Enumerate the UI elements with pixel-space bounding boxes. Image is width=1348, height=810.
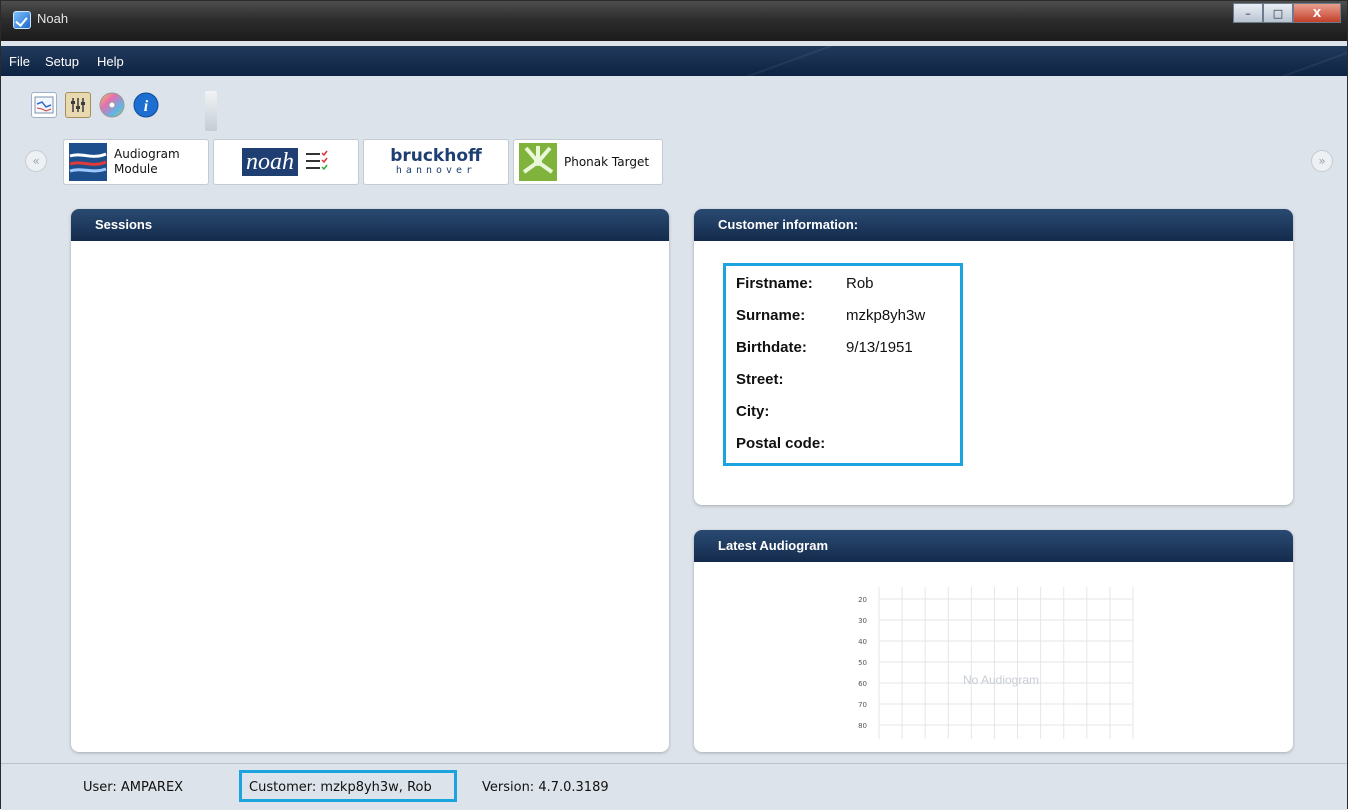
svg-text:i: i: [144, 98, 149, 115]
audiogram-chart: No Audiogram 20 30 40 50 60 70 80: [858, 587, 1134, 739]
bruckhoff-subtitle: hannover: [395, 165, 477, 176]
customer-info-title: Customer information:: [694, 209, 1293, 241]
module-audiogram-label2: Module: [114, 162, 158, 176]
street-row: Street:: [736, 371, 846, 388]
menu-setup[interactable]: Setup: [45, 54, 79, 69]
no-audiogram-text: No Audiogram: [963, 673, 1039, 687]
status-user: User: AMPAREX: [83, 780, 184, 795]
city-row: City:: [736, 403, 846, 420]
menu-file[interactable]: File: [9, 54, 30, 69]
module-bruckhoff[interactable]: bruckhoff hannover: [363, 139, 509, 185]
menu-bar: File Setup Help: [1, 46, 1347, 76]
y-tick-label: 60: [858, 680, 867, 688]
module-noah[interactable]: noah: [213, 139, 359, 185]
close-button[interactable]: X: [1293, 3, 1341, 23]
firstname-label: Firstname:: [736, 275, 813, 292]
toolbar: i: [31, 85, 159, 125]
postal-code-label: Postal code:: [736, 435, 826, 452]
title-bar: Noah – □ X: [1, 1, 1347, 41]
window-title: Noah: [37, 11, 69, 26]
checklist-icon: [306, 150, 328, 171]
cd-disc-icon[interactable]: [99, 92, 125, 118]
y-tick-label: 80: [858, 722, 867, 730]
noah-app-icon: [13, 11, 31, 29]
menu-help[interactable]: Help: [97, 54, 124, 69]
birthdate-row: Birthdate: 9/13/1951: [736, 339, 913, 356]
street-label: Street:: [736, 371, 784, 388]
module-audiogram-label1: Audiogram: [114, 147, 180, 161]
phonak-target-icon: [519, 143, 557, 181]
scroll-left-icon[interactable]: «: [25, 150, 47, 172]
bruckhoff-logo: bruckhoff: [390, 146, 482, 166]
latest-audiogram-title: Latest Audiogram: [694, 530, 1293, 562]
surname-label: Surname:: [736, 307, 806, 324]
sessions-title: Sessions: [71, 209, 669, 241]
postal-code-row: Postal code:: [736, 435, 846, 452]
birthdate-label: Birthdate:: [736, 339, 807, 356]
y-tick-label: 70: [858, 701, 867, 709]
minimize-button[interactable]: –: [1233, 3, 1263, 23]
status-version: Version: 4.7.0.3189: [482, 780, 609, 795]
info-icon[interactable]: i: [133, 92, 159, 118]
module-phonak-label: Phonak Target: [564, 155, 650, 169]
y-tick-label: 50: [858, 659, 867, 667]
settings-sliders-icon[interactable]: [65, 92, 91, 118]
surname-value: mzkp8yh3w: [846, 307, 926, 324]
customer-info-box: Firstname: Rob Surname: mzkp8yh3w Birthdat…: [723, 263, 963, 466]
module-audiogram[interactable]: Audiogram Module: [63, 139, 209, 185]
y-tick-label: 40: [858, 638, 867, 646]
audiogram-module-icon: [69, 143, 107, 181]
firstname-row: Firstname: Rob: [736, 275, 874, 292]
toolbar-grip[interactable]: [205, 91, 217, 131]
surname-row: Surname: mzkp8yh3w: [736, 307, 925, 324]
module-phonak-target[interactable]: Phonak Target: [513, 139, 663, 185]
noah-logo: noah: [242, 148, 298, 176]
audiogram-chart-icon[interactable]: [31, 92, 57, 118]
app-window: Noah – □ X File Setup Help i « » Audiogr…: [0, 0, 1348, 810]
birthdate-value: 9/13/1951: [846, 339, 913, 356]
firstname-value: Rob: [846, 275, 874, 292]
maximize-button[interactable]: □: [1263, 3, 1293, 23]
status-bar: User: AMPAREX Customer: mzkp8yh3w, Rob V…: [1, 763, 1347, 810]
y-tick-label: 20: [858, 596, 867, 604]
status-customer-highlight: [239, 770, 457, 802]
y-tick-label: 30: [858, 617, 867, 625]
scroll-right-icon[interactable]: »: [1311, 150, 1333, 172]
sessions-panel: Sessions: [71, 209, 669, 752]
city-label: City:: [736, 403, 770, 420]
